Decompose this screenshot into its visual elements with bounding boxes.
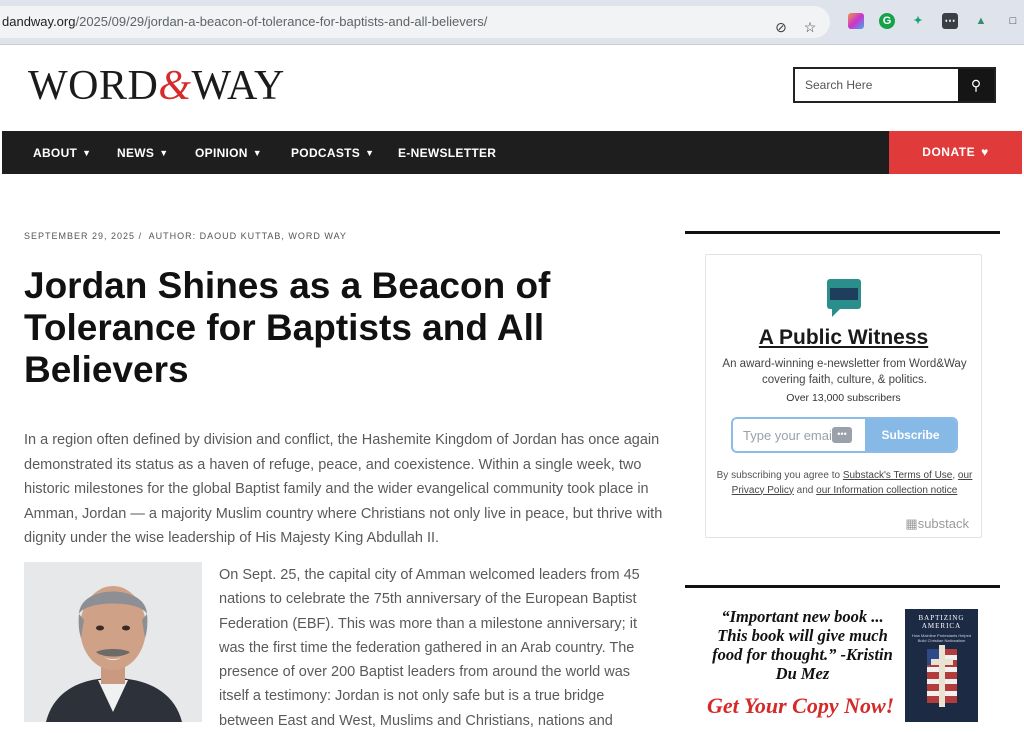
- color-extension-icon[interactable]: [848, 13, 864, 29]
- star-icon[interactable]: ☆: [801, 18, 819, 36]
- site-logo[interactable]: WORD&WAY: [28, 62, 285, 110]
- donate-button[interactable]: DONATE ♥: [889, 131, 1022, 174]
- nav-item-news[interactable]: NEWS ▼: [117, 146, 168, 160]
- nav-item-podcasts[interactable]: PODCASTS ▼: [291, 146, 374, 160]
- url-domain: dandway.org: [2, 14, 76, 29]
- nav-label: E-NEWSLETTER: [398, 146, 497, 160]
- main-nav: ABOUT ▼ NEWS ▼ OPINION ▼ PODCASTS ▼ E-NEWSLE…: [2, 131, 1022, 174]
- book-cover[interactable]: BAPTIZING AMERICA How Mainline Protestan…: [905, 609, 978, 722]
- terms-link[interactable]: Substack's Terms of Use: [843, 470, 953, 481]
- newsletter-legal-text: By subscribing you agree to Substack's T…: [716, 469, 973, 498]
- ad-cta[interactable]: Get Your Copy Now!: [707, 693, 894, 719]
- chevron-down-icon: ▼: [365, 148, 375, 158]
- heart-icon: ♥: [981, 145, 989, 159]
- author-photo: [24, 562, 202, 722]
- donate-label: DONATE: [922, 145, 976, 159]
- article-paragraph-2: On Sept. 25, the capital city of Amman w…: [219, 567, 640, 729]
- legal-prefix: By subscribing you agree to: [716, 470, 843, 481]
- subscribe-button[interactable]: Subscribe: [865, 419, 956, 451]
- nav-label: ABOUT: [33, 146, 78, 160]
- browser-divider: [0, 44, 1024, 45]
- nav-label: OPINION: [195, 146, 248, 160]
- legal-and: and: [793, 484, 817, 496]
- newsletter-logo: [824, 277, 864, 317]
- search-icon: ⚲: [970, 77, 982, 93]
- article-meta: SEPTEMBER 29, 2025 / AUTHOR: DAOUD KUTTA…: [24, 231, 347, 241]
- search-input[interactable]: [805, 76, 955, 94]
- address-bar[interactable]: dandway.org/2025/09/29/jordan-a-beacon-o…: [0, 6, 830, 38]
- eye-off-icon[interactable]: ⊘: [772, 18, 790, 36]
- search-button[interactable]: ⚲: [958, 69, 994, 101]
- nav-label: NEWS: [117, 146, 155, 160]
- chevron-down-icon: ▼: [159, 148, 169, 158]
- newsletter-form: ••• Subscribe: [731, 417, 958, 453]
- site-search: ⚲: [793, 67, 996, 103]
- meta-separator: /: [138, 231, 143, 241]
- book-ad[interactable]: “Important new book ... This book will g…: [705, 603, 982, 722]
- newsletter-description: An award-winning e-newsletter from Word&…: [722, 358, 967, 386]
- newsletter-signup-card: A Public Witness An award-winning e-news…: [705, 254, 982, 538]
- browser-toolbar: dandway.org/2025/09/29/jordan-a-beacon-o…: [0, 0, 1024, 44]
- bird-extension-icon[interactable]: ▲: [973, 13, 989, 29]
- logo-word: WORD: [28, 63, 159, 109]
- substack-label: substack: [917, 516, 969, 531]
- flag-cross-illustration: [927, 645, 957, 707]
- sidebar-divider-2: [685, 585, 1000, 588]
- article-date: SEPTEMBER 29, 2025: [24, 231, 136, 241]
- nav-item-e-newsletter[interactable]: E-NEWSLETTER: [398, 146, 496, 160]
- speech-bubble-icon: [827, 279, 861, 317]
- chevron-down-icon: ▼: [82, 148, 92, 158]
- nav-label: PODCASTS: [291, 146, 361, 160]
- logo-ampersand: &: [158, 63, 192, 109]
- nav-item-about[interactable]: ABOUT ▼: [33, 146, 91, 160]
- leaf-extension-icon[interactable]: ✦: [910, 13, 926, 29]
- author-portrait-image: [24, 562, 202, 722]
- chevron-down-icon: ▼: [252, 148, 262, 158]
- ad-quote: “Important new book ... This book will g…: [712, 607, 893, 683]
- dots-extension-icon[interactable]: ⋯: [942, 13, 958, 29]
- article-lead-paragraph: In a region often defined by division an…: [24, 432, 663, 546]
- substack-brand[interactable]: ▦substack: [905, 516, 969, 532]
- article-author[interactable]: AUTHOR: DAOUD KUTTAB, WORD WAY: [149, 231, 347, 241]
- substack-logo-icon: ▦: [905, 516, 918, 531]
- logo-way: WAY: [191, 63, 285, 109]
- article-title: Jordan Shines as a Beacon of Tolerance f…: [24, 265, 551, 390]
- puzzle-extensions-icon[interactable]: □: [1005, 13, 1021, 29]
- url-path: /2025/09/29/jordan-a-beacon-of-tolerance…: [75, 14, 488, 29]
- nav-item-opinion[interactable]: OPINION ▼: [195, 146, 262, 160]
- newsletter-title[interactable]: A Public Witness: [706, 326, 981, 350]
- grammarly-icon[interactable]: G: [879, 13, 895, 29]
- newsletter-subscriber-count: Over 13,000 subscribers: [786, 392, 901, 404]
- info-collection-link[interactable]: our Information collection notice: [816, 485, 957, 496]
- password-manager-icon[interactable]: •••: [832, 427, 852, 443]
- sidebar-divider: [685, 231, 1000, 234]
- url-text[interactable]: dandway.org/2025/09/29/jordan-a-beacon-o…: [2, 14, 487, 29]
